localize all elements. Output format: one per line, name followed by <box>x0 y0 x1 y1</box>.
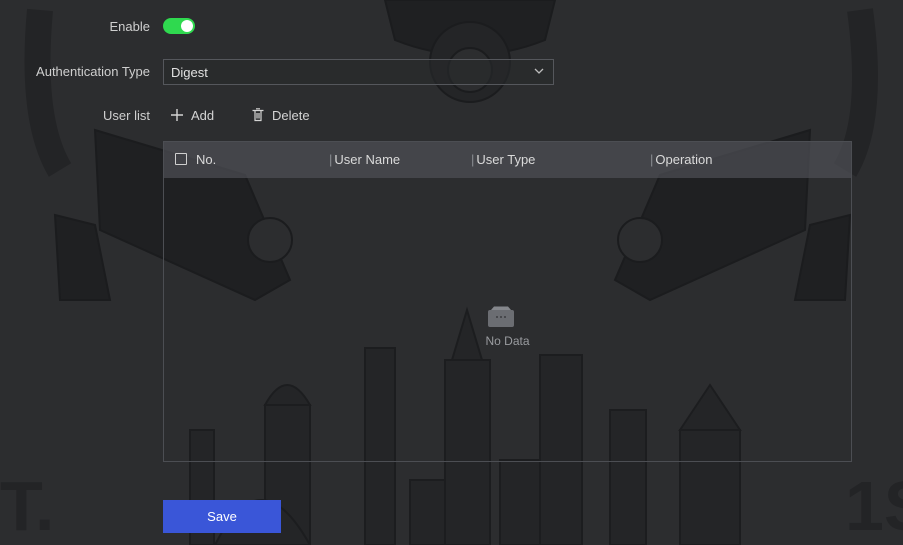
column-header-no: No. <box>196 152 216 167</box>
column-header-operation-label: Operation <box>655 152 713 167</box>
user-list-label: User list <box>103 108 150 123</box>
column-header-user-name: | User Name <box>329 152 400 167</box>
column-header-user-name-label: User Name <box>334 152 401 167</box>
delete-button[interactable]: Delete <box>251 104 310 126</box>
table-header: No. | User Name | User Type | Operation <box>164 142 851 178</box>
trash-icon <box>252 108 264 122</box>
user-table: No. | User Name | User Type | Operation No … <box>163 141 852 462</box>
empty-box-icon <box>488 306 514 327</box>
column-separator: | <box>650 152 654 167</box>
auth-type-select[interactable]: Digest <box>163 59 554 85</box>
chevron-down-icon <box>534 68 544 74</box>
auth-type-value: Digest <box>171 65 208 80</box>
column-separator: | <box>329 152 333 167</box>
enable-toggle[interactable] <box>163 18 195 34</box>
auth-type-label: Authentication Type <box>36 64 150 79</box>
column-header-no-label: No. <box>196 152 217 167</box>
delete-label: Delete <box>272 107 310 123</box>
plus-icon <box>171 109 183 121</box>
column-header-user-type: | User Type <box>471 152 535 167</box>
toggle-knob <box>181 20 193 32</box>
select-all-checkbox[interactable] <box>175 153 187 165</box>
enable-label: Enable <box>109 19 150 34</box>
settings-panel: Enable Authentication Type Digest User l… <box>0 0 903 545</box>
column-header-operation: | Operation <box>650 152 712 167</box>
add-button[interactable]: Add <box>170 104 214 126</box>
column-separator: | <box>471 152 475 167</box>
column-header-user-type-label: User Type <box>476 152 536 167</box>
empty-state-text: No Data <box>485 334 530 348</box>
save-button[interactable]: Save <box>163 500 281 533</box>
add-label: Add <box>191 107 215 123</box>
